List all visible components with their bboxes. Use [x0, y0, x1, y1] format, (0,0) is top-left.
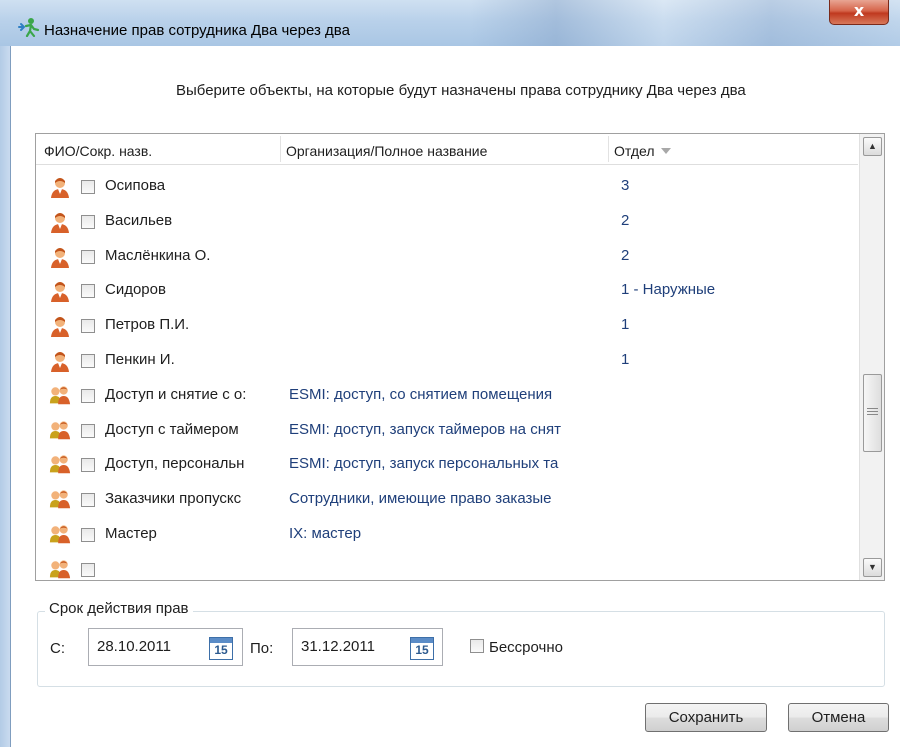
person-icon [49, 211, 71, 233]
column-header-org[interactable]: Организация/Полное название [286, 143, 487, 159]
person-icon [49, 280, 71, 303]
person-icon [49, 350, 71, 372]
group-icon [49, 454, 71, 476]
table-row[interactable]: Доступ и снятие с о: ESMI: доступ, со сня… [36, 381, 858, 415]
row-checkbox[interactable] [81, 284, 95, 299]
calendar-day: 15 [214, 643, 228, 657]
row-checkbox[interactable] [81, 180, 95, 194]
cancel-button[interactable]: Отмена [788, 703, 889, 732]
window-title: Назначение прав сотрудника Два через два [44, 22, 350, 39]
table-header: ФИО/Сокр. назв. Организация/Полное назва… [36, 134, 858, 165]
column-separator[interactable] [280, 136, 281, 162]
dept-cell: 2 [621, 246, 630, 264]
scroll-thumb[interactable] [863, 374, 882, 452]
table-row[interactable]: Мастер IX: мастер [36, 520, 858, 554]
scroll-grip [867, 408, 878, 409]
vertical-scrollbar[interactable]: ▲ ▼ [859, 134, 884, 580]
name-cell: Заказчики пропускс [105, 490, 242, 508]
dept-cell: 3 [621, 177, 630, 194]
row-checkbox[interactable] [81, 354, 95, 368]
from-date-picker[interactable]: 28.10.2011 15 [88, 628, 243, 666]
scroll-up-button[interactable]: ▲ [863, 137, 882, 156]
org-cell: Сотрудники, имеющие право заказые [289, 490, 552, 508]
row-checkbox[interactable] [81, 528, 95, 542]
dept-cell: 1 - Наружные [621, 281, 716, 299]
org-cell: ESMI: доступ, запуск таймеров на снят [289, 420, 561, 438]
group-icon [49, 420, 71, 442]
table-row[interactable]: Доступ с таймером ESMI: доступ, запуск та… [36, 416, 858, 450]
row-checkbox[interactable] [81, 493, 95, 508]
group-icon [49, 489, 71, 511]
table-row[interactable]: Петров П.И. 1 [36, 311, 858, 345]
sort-arrow-icon [660, 148, 671, 154]
to-label: По: [250, 640, 274, 657]
column-header-name[interactable]: ФИО/Сокр. назв. [44, 143, 152, 159]
window-frame [0, 46, 11, 747]
name-cell: Доступ, персональн [105, 455, 245, 473]
row-checkbox[interactable] [81, 388, 95, 403]
calendar-day: 15 [415, 643, 429, 657]
table-row[interactable] [36, 555, 858, 580]
person-icon [49, 246, 71, 268]
person-icon [49, 176, 71, 198]
scroll-grip [867, 414, 878, 415]
org-cell: ESMI: доступ, со снятием помещения [289, 385, 553, 403]
org-cell: ESMI: доступ, запуск персональных та [289, 455, 559, 473]
name-cell: Сидоров [105, 281, 166, 299]
table-row[interactable]: Доступ, персональн ESMI: доступ, запуск п… [36, 450, 858, 484]
row-checkbox[interactable] [81, 319, 95, 334]
dept-cell: 1 [621, 316, 630, 334]
table-row[interactable]: Маслёнкина О. 2 [36, 242, 858, 276]
close-button[interactable]: x [829, 0, 889, 25]
from-date-value[interactable]: 28.10.2011 [97, 638, 171, 655]
dept-cell: 1 [621, 351, 630, 368]
unlimited-label[interactable]: Бессрочно [489, 639, 563, 656]
name-cell: Осипова [105, 177, 166, 194]
calendar-icon[interactable]: 15 [209, 637, 233, 660]
name-cell: Доступ с таймером [105, 420, 239, 438]
title-bar: Назначение прав сотрудника Два через два… [0, 0, 900, 47]
objects-table: ФИО/Сокр. назв. Организация/Полное назва… [35, 133, 885, 581]
group-icon [49, 559, 71, 580]
to-date-value[interactable]: 31.12.2011 [301, 638, 375, 655]
group-icon [49, 385, 71, 407]
scroll-grip [867, 411, 878, 412]
table-row[interactable]: Осипова 3 [36, 172, 858, 206]
column-header-dept[interactable]: Отдел [614, 143, 671, 159]
row-checkbox[interactable] [81, 458, 95, 473]
name-cell: Мастер [105, 525, 157, 542]
row-checkbox[interactable] [81, 562, 95, 577]
scroll-down-button[interactable]: ▼ [863, 558, 882, 577]
calendar-icon[interactable]: 15 [410, 637, 434, 660]
column-header-dept-label: Отдел [614, 143, 655, 159]
name-cell: Маслёнкина О. [105, 246, 211, 264]
column-separator[interactable] [608, 136, 609, 162]
table-row[interactable]: Заказчики пропускс Сотрудники, имеющие пр… [36, 485, 858, 519]
row-checkbox[interactable] [81, 249, 95, 264]
person-arrow-icon [18, 18, 40, 37]
from-label: С: [50, 640, 65, 657]
validity-legend: Срок действия прав [45, 600, 193, 617]
name-cell: Петров П.И. [105, 316, 190, 334]
org-cell: IX: мастер [289, 525, 362, 542]
row-checkbox[interactable] [81, 423, 95, 438]
table-row[interactable]: Сидоров 1 - Наружные [36, 276, 858, 310]
instruction-text: Выберите объекты, на которые будут назна… [176, 82, 746, 99]
name-cell: Васильев [105, 211, 173, 229]
name-cell: Доступ и снятие с о: [105, 385, 247, 403]
table-row[interactable]: Васильев 2 [36, 207, 858, 241]
to-date-picker[interactable]: 31.12.2011 15 [292, 628, 443, 666]
group-icon [49, 524, 71, 546]
table-row[interactable]: Пенкин И. 1 [36, 346, 858, 380]
name-cell: Пенкин И. [105, 351, 175, 368]
save-button[interactable]: Сохранить [645, 703, 767, 732]
dept-cell: 2 [621, 211, 630, 229]
row-checkbox[interactable] [81, 214, 95, 229]
unlimited-checkbox[interactable] [470, 639, 484, 653]
person-icon [49, 315, 71, 338]
